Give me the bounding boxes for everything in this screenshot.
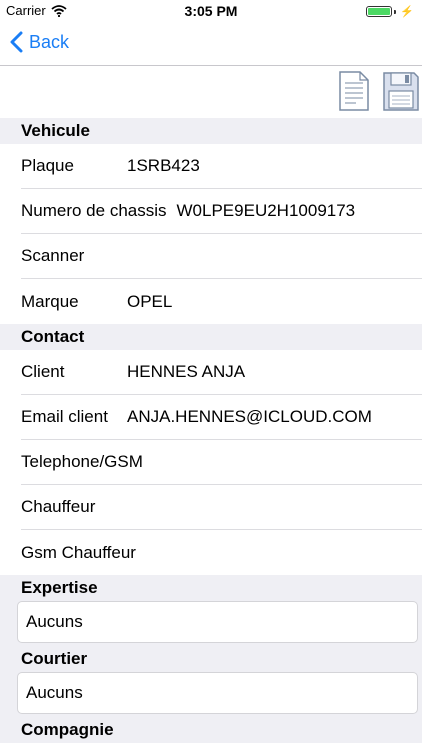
section-header-contact: Contact xyxy=(0,324,422,350)
chassis-label: Numero de chassis xyxy=(21,201,167,220)
form-content: Vehicule Plaque 1SRB423 Numero de chassi… xyxy=(0,118,422,743)
back-label: Back xyxy=(29,31,70,52)
charging-bolt-icon: ⚡ xyxy=(400,6,414,18)
battery-icon: ⚡ xyxy=(366,5,414,18)
section-header-expertise: Expertise xyxy=(0,575,422,601)
status-time: 3:05 PM xyxy=(184,3,238,19)
marque-row[interactable]: Marque OPEL xyxy=(21,279,422,324)
telephone-row[interactable]: Telephone/GSM xyxy=(21,440,422,485)
navigation-bar: Back xyxy=(0,22,422,66)
email-value: ANJA.HENNES@ICLOUD.COM xyxy=(127,407,372,426)
gsm-chauffeur-label: Gsm Chauffeur xyxy=(21,542,136,562)
document-icon[interactable] xyxy=(336,69,372,113)
section-header-vehicule: Vehicule xyxy=(0,118,422,144)
client-label: Client xyxy=(21,362,65,381)
expertise-picker-container: Aucuns xyxy=(0,601,422,646)
plaque-label: Plaque xyxy=(21,156,74,175)
client-value: HENNES ANJA xyxy=(127,362,246,381)
chauffeur-label: Chauffeur xyxy=(21,497,96,516)
section-header-compagnie: Compagnie xyxy=(0,717,422,743)
chauffeur-row[interactable]: Chauffeur xyxy=(21,485,422,530)
section-header-courtier: Courtier xyxy=(0,646,422,672)
chassis-value: W0LPE9EU2H1009173 xyxy=(176,201,356,220)
plaque-row[interactable]: Plaque 1SRB423 xyxy=(21,144,422,189)
courtier-picker-container: Aucuns xyxy=(0,672,422,717)
client-row[interactable]: Client HENNES ANJA xyxy=(21,350,422,395)
email-label: Email client xyxy=(21,407,108,426)
plaque-value: 1SRB423 xyxy=(127,156,200,175)
scanner-row[interactable]: Scanner xyxy=(21,234,422,279)
save-disk-icon[interactable] xyxy=(382,69,420,113)
chassis-row[interactable]: Numero de chassis W0LPE9EU2H1009173 xyxy=(21,189,422,234)
telephone-label: Telephone/GSM xyxy=(21,452,143,471)
gsm-chauffeur-row[interactable]: Gsm Chauffeur xyxy=(21,530,422,575)
toolbar xyxy=(0,66,422,118)
back-button[interactable]: Back xyxy=(10,31,69,53)
status-bar: Carrier 3:05 PM ⚡ xyxy=(0,0,422,22)
marque-value: OPEL xyxy=(127,291,173,311)
marque-label: Marque xyxy=(21,291,79,311)
chevron-left-icon xyxy=(10,31,23,53)
email-row[interactable]: Email client ANJA.HENNES@ICLOUD.COM xyxy=(21,395,422,440)
scanner-label: Scanner xyxy=(21,246,85,265)
expertise-picker[interactable]: Aucuns xyxy=(17,601,418,643)
courtier-picker[interactable]: Aucuns xyxy=(17,672,418,714)
